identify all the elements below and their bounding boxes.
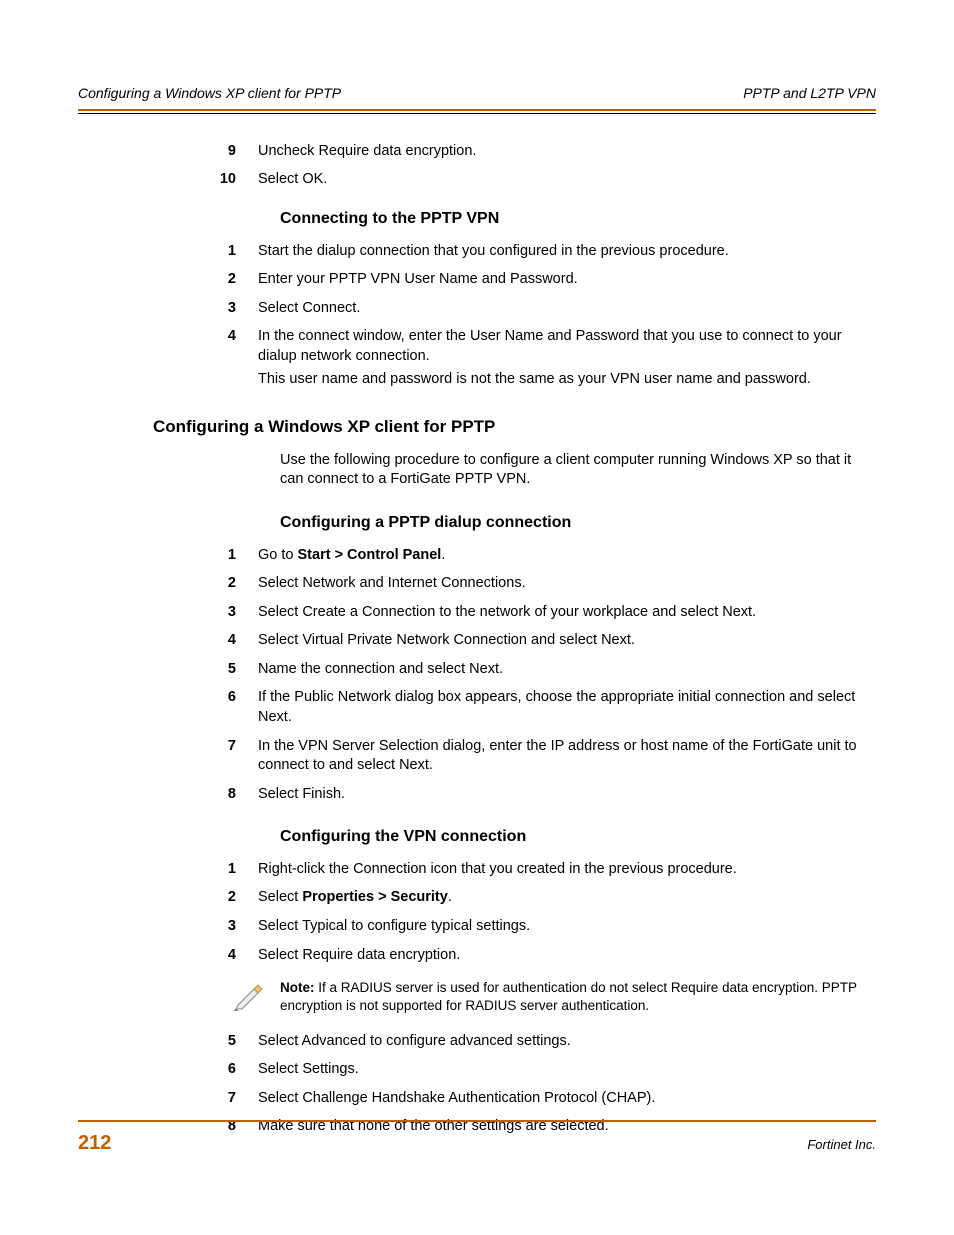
header-rule-accent (78, 109, 876, 111)
step-text: Select Properties > Security. (258, 888, 876, 908)
step-text: Go to Start > Control Panel. (258, 546, 876, 566)
header-rule-thin (78, 113, 876, 114)
step-text: Select Connect. (258, 299, 876, 319)
step-row: 1Go to Start > Control Panel. (78, 546, 876, 566)
header-right: PPTP and L2TP VPN (743, 84, 876, 103)
page-number: 212 (78, 1130, 111, 1157)
step-row: 2Select Network and Internet Connections… (78, 574, 876, 594)
step-text: Select Require data encryption. (258, 946, 876, 966)
step-text: Select Network and Internet Connections. (258, 574, 876, 594)
note-body: If a RADIUS server is used for authentic… (280, 980, 857, 1013)
header-left: Configuring a Windows XP client for PPTP (78, 84, 341, 103)
step-text: Select Virtual Private Network Connectio… (258, 631, 876, 651)
step-text: Select OK. (258, 170, 876, 190)
step-text: In the connect window, enter the User Na… (258, 327, 876, 390)
step-text: Uncheck Require data encryption. (258, 142, 876, 162)
step-row: 2Select Properties > Security. (78, 888, 876, 908)
step-number: 7 (78, 737, 258, 776)
step-number: 5 (78, 660, 258, 680)
step-text: In the VPN Server Selection dialog, ente… (258, 737, 876, 776)
step-number: 5 (78, 1032, 258, 1052)
step-number: 2 (78, 574, 258, 594)
page-footer: 212 Fortinet Inc. (78, 1120, 876, 1157)
step-text: Start the dialup connection that you con… (258, 242, 876, 262)
step-row: 3Select Typical to configure typical set… (78, 917, 876, 937)
step-text: If the Public Network dialog box appears… (258, 688, 876, 727)
note-block: Note: If a RADIUS server is used for aut… (78, 979, 876, 1018)
step-row: 7In the VPN Server Selection dialog, ent… (78, 737, 876, 776)
step-row: 5Name the connection and select Next. (78, 660, 876, 680)
step-number: 4 (78, 631, 258, 651)
step-text: Name the connection and select Next. (258, 660, 876, 680)
step-row: 6If the Public Network dialog box appear… (78, 688, 876, 727)
step-text: Enter your PPTP VPN User Name and Passwo… (258, 270, 876, 290)
step-number: 3 (78, 299, 258, 319)
step-row: 4Select Virtual Private Network Connecti… (78, 631, 876, 651)
step-number: 4 (78, 946, 258, 966)
step-row: 1Start the dialup connection that you co… (78, 242, 876, 262)
note-label: Note: (280, 980, 315, 995)
step-number: 6 (78, 688, 258, 727)
step-row: 7Select Challenge Handshake Authenticati… (78, 1089, 876, 1109)
heading-config-dialup: Configuring a PPTP dialup connection (280, 512, 876, 534)
step-number: 10 (78, 170, 258, 190)
step-row: 3Select Connect. (78, 299, 876, 319)
step-number: 3 (78, 603, 258, 623)
heading-connecting-pptp: Connecting to the PPTP VPN (280, 208, 876, 230)
step-row: 8Select Finish. (78, 785, 876, 805)
intro-paragraph: Use the following procedure to configure… (280, 451, 876, 490)
heading-config-xp-client: Configuring a Windows XP client for PPTP (153, 416, 876, 439)
step-text: Select Finish. (258, 785, 876, 805)
step-number: 2 (78, 888, 258, 908)
step-number: 9 (78, 142, 258, 162)
step-text: Select Challenge Handshake Authenticatio… (258, 1089, 876, 1109)
step-text: Right-click the Connection icon that you… (258, 860, 876, 880)
footer-company: Fortinet Inc. (807, 1136, 876, 1154)
step-number: 1 (78, 860, 258, 880)
step-row: 3Select Create a Connection to the netwo… (78, 603, 876, 623)
step-row: 5Select Advanced to configure advanced s… (78, 1032, 876, 1052)
step-number: 8 (78, 785, 258, 805)
step-row: 4In the connect window, enter the User N… (78, 327, 876, 390)
running-header: Configuring a Windows XP client for PPTP… (78, 84, 876, 109)
step-number: 6 (78, 1060, 258, 1080)
step-number: 1 (78, 242, 258, 262)
heading-config-vpn-connection: Configuring the VPN connection (280, 826, 876, 848)
step-number: 7 (78, 1089, 258, 1109)
step-number: 4 (78, 327, 258, 390)
step-number: 1 (78, 546, 258, 566)
note-text: Note: If a RADIUS server is used for aut… (258, 979, 876, 1015)
step-row: 6Select Settings. (78, 1060, 876, 1080)
step-text: Select Settings. (258, 1060, 876, 1080)
step-row: 2Enter your PPTP VPN User Name and Passw… (78, 270, 876, 290)
note-icon (78, 979, 258, 1018)
step-text: Select Typical to configure typical sett… (258, 917, 876, 937)
step-number: 3 (78, 917, 258, 937)
step-text: Select Create a Connection to the networ… (258, 603, 876, 623)
step-row: 9Uncheck Require data encryption. (78, 142, 876, 162)
step-number: 2 (78, 270, 258, 290)
step-text: Select Advanced to configure advanced se… (258, 1032, 876, 1052)
step-row: 1Right-click the Connection icon that yo… (78, 860, 876, 880)
step-row: 4Select Require data encryption. (78, 946, 876, 966)
step-row: 10Select OK. (78, 170, 876, 190)
page-content: Configuring a Windows XP client for PPTP… (0, 0, 954, 1137)
